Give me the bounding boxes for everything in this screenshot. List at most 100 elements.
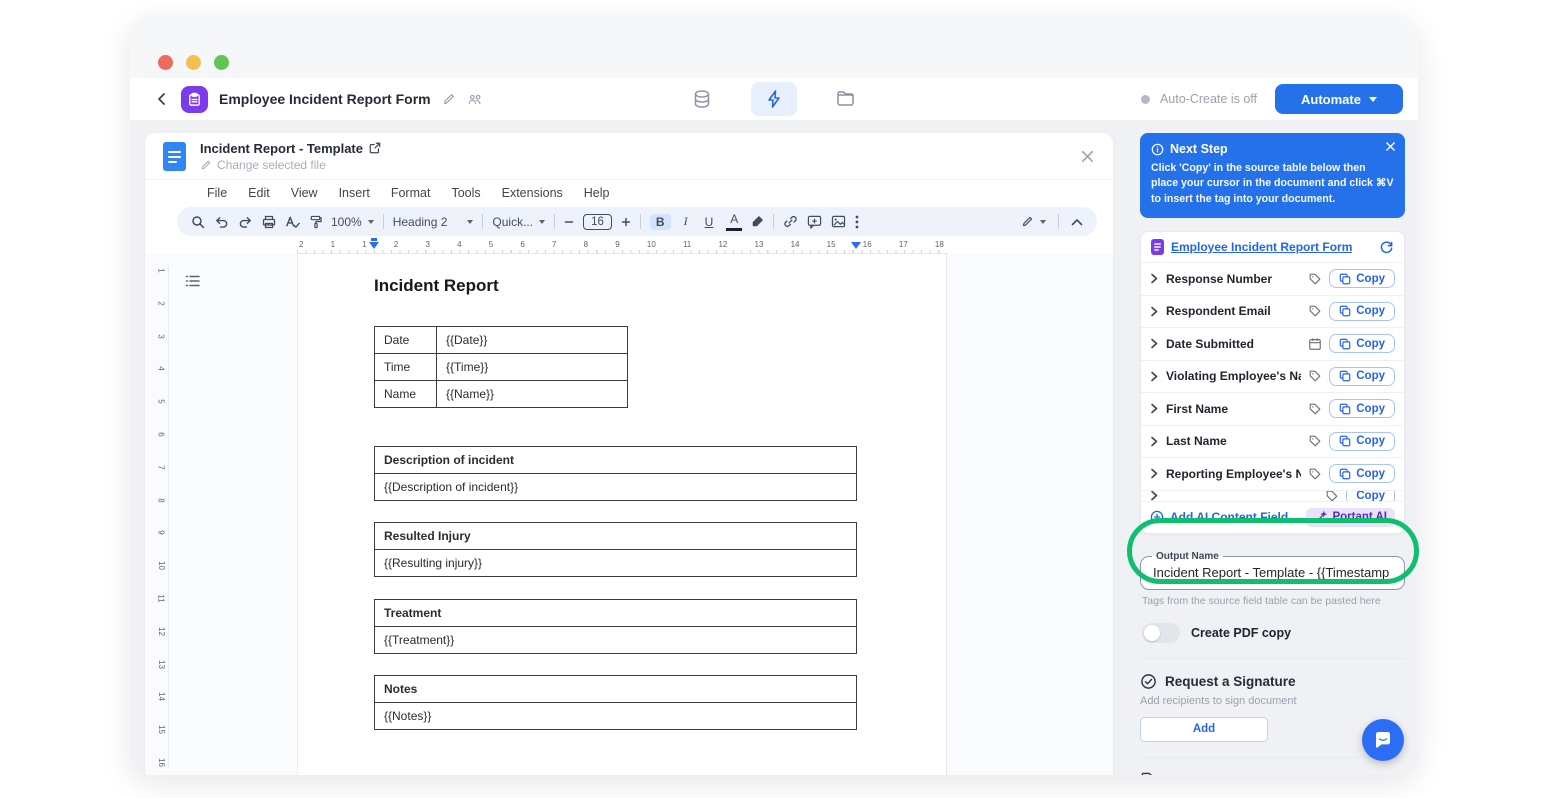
window-controls [158,55,229,70]
paragraph-style-select[interactable]: Heading 2 [393,215,474,229]
main-content: Incident Report - Template Change select… [130,120,1418,775]
section-table-notes: Notes {{Notes}} [374,675,857,730]
google-doc-icon [163,141,186,171]
field-row-first-name[interactable]: First Name Copy [1141,392,1404,425]
rename-pencil-icon[interactable] [442,92,456,106]
undo-icon[interactable] [214,215,229,228]
insert-link-icon[interactable] [783,214,798,229]
chevron-right-icon[interactable] [1150,436,1159,447]
font-family-select[interactable]: Quick... [492,215,546,229]
field-row-reporting-employee[interactable]: Reporting Employee's Na... Copy [1141,457,1404,490]
copy-button[interactable]: Copy [1346,490,1395,501]
documents-tab[interactable] [823,82,869,116]
vertical-ruler[interactable]: 12 34 56 78 9 10 11 12 13 14 15 16 [155,266,169,767]
add-ai-content-field-button[interactable]: Add AI Content Field [1150,510,1288,524]
underline-button[interactable]: U [701,214,718,230]
automation-sidebar: Next Step Click 'Copy' in the source tab… [1140,133,1405,775]
portant-ai-button[interactable]: Portant AI [1306,507,1395,527]
field-row-violating-employee[interactable]: Violating Employee's Na... Copy [1141,359,1404,393]
insert-image-icon[interactable] [831,215,846,228]
info-table: Date {{Date}} Time {{Time}} Name {{Name}… [374,326,628,408]
close-icon[interactable] [1385,141,1396,152]
add-recipient-button[interactable]: Add [1140,716,1268,742]
bold-button[interactable]: B [649,213,671,230]
menu-tools[interactable]: Tools [451,186,480,200]
table-row: Resulted Injury [374,522,857,550]
copy-button[interactable]: Copy [1329,269,1395,289]
font-size-input[interactable]: 16 [583,213,612,230]
italic-button[interactable]: I [680,213,692,230]
chevron-right-icon[interactable] [1150,338,1159,349]
add-comment-icon[interactable] [807,215,822,229]
refresh-icon[interactable] [1379,240,1394,255]
maximize-window-button[interactable] [214,55,229,70]
source-form-link[interactable]: Employee Incident Report Form [1171,240,1352,254]
close-window-button[interactable] [158,55,173,70]
table-row: Name {{Name}} [374,380,628,408]
chevron-right-icon[interactable] [1150,306,1159,317]
menu-insert[interactable]: Insert [339,186,370,200]
zoom-select[interactable]: 100% [331,215,374,229]
copy-button[interactable]: Copy [1329,431,1395,451]
menu-extensions[interactable]: Extensions [502,186,563,200]
tag-icon [1308,467,1322,481]
copy-button[interactable]: Copy [1329,399,1395,419]
menu-format[interactable]: Format [391,186,431,200]
divider [1140,756,1405,758]
chevron-right-icon[interactable] [1150,371,1159,382]
spellcheck-icon[interactable] [285,215,300,229]
increase-font-icon[interactable] [621,217,631,227]
collapse-toolbar-icon[interactable] [1071,218,1083,226]
copy-button[interactable]: Copy [1329,366,1395,386]
search-icon[interactable] [191,215,205,229]
support-chat-button[interactable] [1362,719,1404,761]
field-row-response-number[interactable]: Response Number Copy [1141,262,1404,295]
change-selected-file-link[interactable]: Change selected file [217,158,326,172]
back-button[interactable] [154,91,170,107]
copy-button[interactable]: Copy [1329,464,1395,484]
text-color-button[interactable]: A [726,212,743,231]
first-line-indent-marker[interactable] [371,238,377,241]
add-another-document-section[interactable]: Add another document Create multiple doc… [1140,772,1405,775]
chevron-right-icon[interactable] [1150,468,1159,479]
close-preview-icon[interactable] [1080,149,1095,164]
minimize-window-button[interactable] [186,55,201,70]
tag-icon [1308,434,1322,448]
create-pdf-toggle[interactable] [1142,622,1180,643]
menu-file[interactable]: File [207,186,227,200]
tag-icon [1308,402,1322,416]
auto-create-status-dot [1140,94,1150,104]
field-row-respondent-email[interactable]: Respondent Email Copy [1141,294,1404,328]
menu-edit[interactable]: Edit [248,186,270,200]
document-card-header: Incident Report - Template Change select… [145,133,1113,180]
document-outline-icon[interactable] [185,274,201,293]
automate-button[interactable]: Automate [1275,84,1403,114]
decrease-font-icon[interactable] [564,217,574,227]
toolbar-overflow-icon[interactable] [855,215,859,229]
right-indent-marker[interactable] [851,242,861,249]
redo-icon[interactable] [238,215,253,228]
open-external-icon[interactable] [369,142,381,154]
highlight-pen-icon[interactable] [751,215,764,228]
chevron-down-icon [467,219,474,224]
create-pdf-row: Create PDF copy [1140,622,1405,643]
copy-button[interactable]: Copy [1329,334,1395,354]
field-row-date-submitted[interactable]: Date Submitted Copy [1141,327,1404,360]
editing-mode-select[interactable] [1021,215,1046,228]
automation-tab[interactable] [751,82,797,116]
print-icon[interactable] [262,215,276,229]
paint-format-icon[interactable] [309,215,322,229]
horizontal-ruler[interactable]: 21 12 34 56 78 9 10 11 12 13 14 15 16 17 18 [297,238,947,254]
field-row-clipped[interactable]: Copy [1141,489,1404,501]
chevron-right-icon[interactable] [1150,403,1159,414]
chevron-right-icon[interactable] [1150,273,1159,284]
share-team-icon[interactable] [467,92,483,106]
field-row-last-name[interactable]: Last Name Copy [1141,424,1404,458]
source-data-tab[interactable] [679,82,725,116]
document-page[interactable]: Incident Report Date {{Date}} Time {{Tim… [297,254,947,775]
menu-view[interactable]: View [291,186,318,200]
left-indent-marker[interactable] [369,242,379,249]
copy-button[interactable]: Copy [1329,301,1395,321]
menu-help[interactable]: Help [584,186,610,200]
output-name-input[interactable] [1145,564,1400,580]
